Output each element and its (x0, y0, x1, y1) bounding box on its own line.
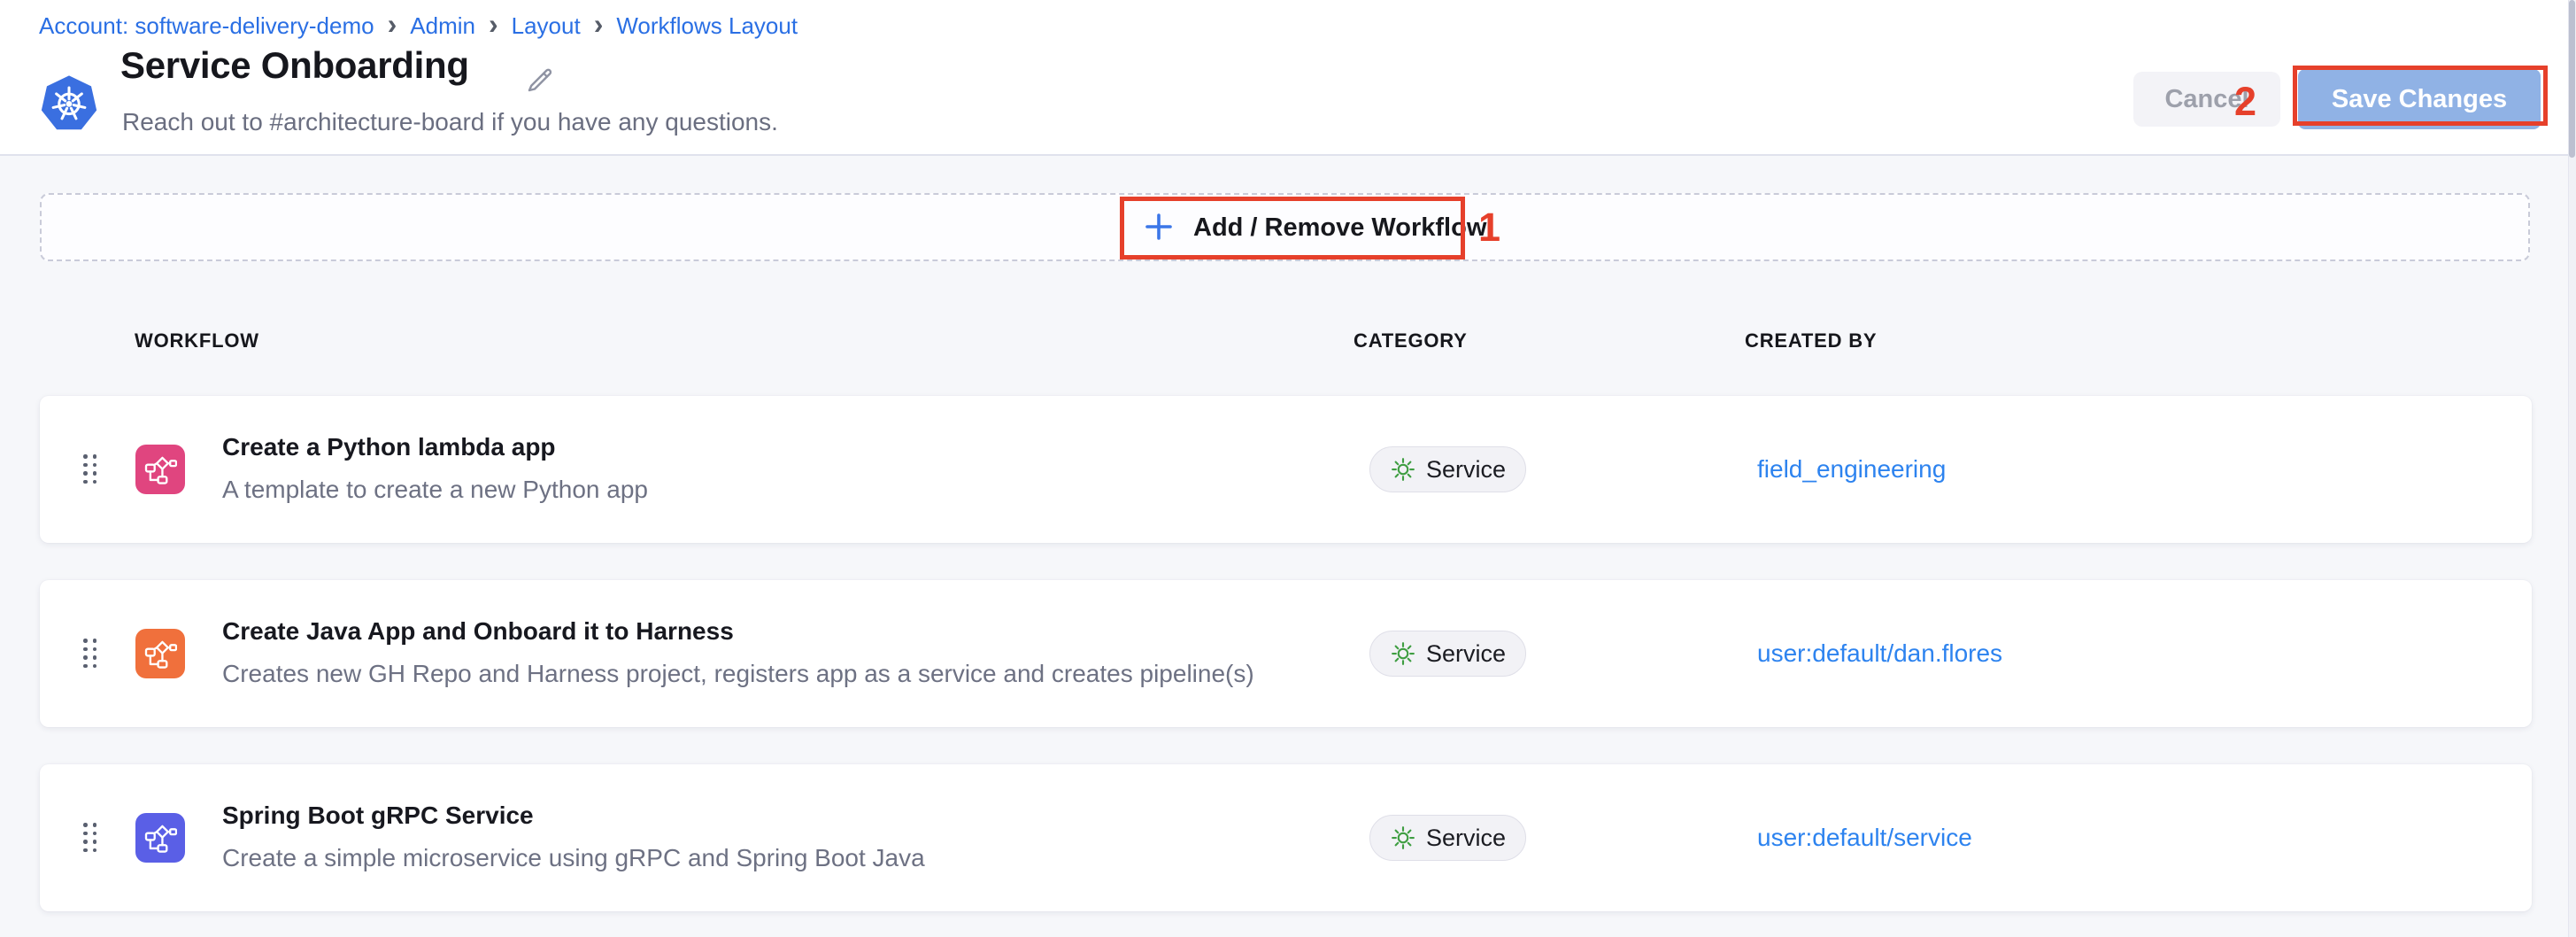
cancel-button[interactable]: Cancel (2133, 72, 2280, 127)
breadcrumb-admin[interactable]: Admin (410, 11, 475, 41)
drag-handle-icon[interactable] (83, 639, 96, 669)
breadcrumb: Account: software-delivery-demo › Admin … (39, 11, 798, 41)
page-title: Service Onboarding (120, 44, 469, 87)
workflow-row: Create a Python lambda app A template to… (40, 396, 2532, 543)
workflow-tile-icon (135, 445, 185, 494)
created-by-link[interactable]: user:default/service (1757, 764, 1972, 911)
workflow-description: Create a simple microservice using gRPC … (222, 844, 925, 872)
scrollbar-track[interactable] (2568, 0, 2576, 937)
workflow-title: Create a Python lambda app (222, 433, 556, 461)
workflow-title: Spring Boot gRPC Service (222, 801, 534, 830)
gear-icon (1390, 640, 1416, 667)
breadcrumb-separator-icon: › (388, 11, 397, 41)
created-by-link[interactable]: field_engineering (1757, 396, 1946, 543)
breadcrumb-workflows-layout[interactable]: Workflows Layout (616, 11, 798, 41)
breadcrumb-account[interactable]: Account: software-delivery-demo (39, 11, 374, 41)
column-header-workflow: WORKFLOW (135, 329, 259, 352)
workflow-tile-icon (135, 813, 185, 863)
plus-icon (1144, 212, 1174, 244)
category-chip: Service (1369, 815, 1526, 861)
gear-icon (1390, 825, 1416, 851)
workflow-description: Creates new GH Repo and Harness project,… (222, 660, 1254, 688)
gear-icon (1390, 456, 1416, 483)
scrollbar-thumb[interactable] (2569, 0, 2575, 158)
category-label: Service (1426, 640, 1506, 668)
column-header-created-by: CREATED BY (1745, 329, 1877, 352)
breadcrumb-layout[interactable]: Layout (512, 11, 581, 41)
category-chip: Service (1369, 631, 1526, 677)
created-by-link[interactable]: user:default/dan.flores (1757, 580, 2002, 727)
edit-title-pencil-icon[interactable] (524, 64, 556, 96)
column-header-category: CATEGORY (1354, 329, 1468, 352)
category-label: Service (1426, 825, 1506, 852)
workflow-title: Create Java App and Onboard it to Harnes… (222, 617, 734, 646)
workflow-row: Spring Boot gRPC Service Create a simple… (40, 764, 2532, 911)
category-chip: Service (1369, 446, 1526, 492)
drag-handle-icon[interactable] (83, 454, 96, 484)
page-subtitle: Reach out to #architecture-board if you … (122, 108, 778, 136)
workflow-tile-icon (135, 629, 185, 678)
breadcrumb-separator-icon: › (594, 11, 604, 41)
add-remove-workflow-button[interactable]: Add / Remove Workflow (1131, 201, 1499, 255)
category-label: Service (1426, 456, 1506, 484)
drag-handle-icon[interactable] (83, 823, 96, 853)
workflow-row: Create Java App and Onboard it to Harnes… (40, 580, 2532, 727)
add-remove-workflow-label: Add / Remove Workflow (1193, 213, 1486, 243)
page-header: Account: software-delivery-demo › Admin … (0, 0, 2576, 156)
kubernetes-logo-icon (39, 73, 99, 133)
workflow-description: A template to create a new Python app (222, 476, 648, 504)
breadcrumb-separator-icon: › (489, 11, 498, 41)
save-changes-button[interactable]: Save Changes (2298, 69, 2541, 129)
